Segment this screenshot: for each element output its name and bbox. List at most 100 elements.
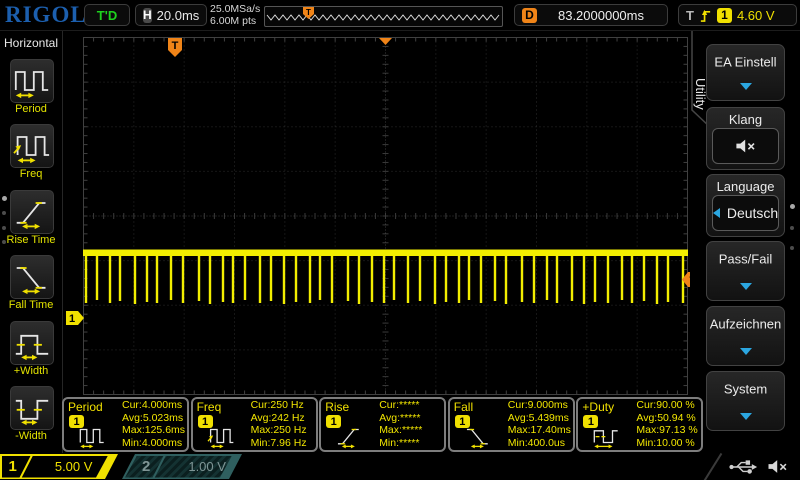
left-menu-title: Horizontal bbox=[3, 36, 59, 50]
measurement-avg: Avg:5.439ms bbox=[507, 411, 569, 424]
menu-item-label: Klang bbox=[728, 112, 763, 127]
left-menu-item-fall-time[interactable] bbox=[9, 254, 55, 301]
measurement-min: Min:10.00 % bbox=[636, 437, 695, 450]
channel-2-status[interactable]: 2 1.00 V bbox=[122, 454, 242, 479]
chevron-down-icon bbox=[739, 348, 752, 355]
top-status-bar: RIGOL T'D H 20.0ms 25.0MSa/s 6.00M pts T… bbox=[0, 0, 800, 31]
sample-rate: 25.0MSa/s bbox=[210, 3, 261, 15]
menu-item-label: Language bbox=[716, 179, 775, 194]
oscilloscope-screen: T T 1 RIGOL T'D H 20.0ms 25.0MSa/s 6.00M… bbox=[0, 0, 800, 480]
left-menu-item-width[interactable] bbox=[9, 319, 55, 366]
memory-depth: 6.00M pts bbox=[210, 15, 257, 27]
rigol-logo: RIGOL bbox=[5, 2, 87, 27]
measurement-min: Min:4.000ms bbox=[122, 437, 183, 450]
measurement-max: Max:17.40ms bbox=[507, 424, 571, 437]
horizontal-center-marker bbox=[379, 38, 392, 45]
waveform-memory-preview[interactable]: T bbox=[264, 6, 503, 27]
acquisition-info: 25.0MSa/s 6.00M pts bbox=[210, 3, 260, 27]
menu-item-label: Pass/Fail bbox=[718, 251, 773, 267]
measurement-min: Min:7.96 Hz bbox=[250, 437, 307, 450]
duty-glyph-icon bbox=[594, 430, 619, 449]
measurement-name: Fall bbox=[453, 400, 474, 414]
delay-readout: D 83.2000000ms bbox=[514, 4, 668, 26]
trigger-level-value: 4.60 V bbox=[736, 7, 775, 23]
rising-edge-icon bbox=[700, 9, 711, 22]
ch1-waveform-high-band bbox=[83, 249, 688, 256]
speaker-muted-icon bbox=[735, 139, 755, 153]
menu-item-klang[interactable]: Klang bbox=[706, 107, 785, 170]
svg-text:T: T bbox=[306, 8, 311, 17]
delay-value: 83.2000000ms bbox=[557, 7, 644, 23]
measurement-name: Period bbox=[68, 400, 103, 414]
chevron-left-icon bbox=[712, 208, 720, 218]
h-scale-value: 20.0ms bbox=[156, 7, 200, 23]
freq-icon bbox=[13, 136, 50, 164]
left-menu-label-fall-time: Fall Time bbox=[8, 299, 54, 312]
measurement-min: Min:400.0us bbox=[507, 437, 565, 450]
measurement-max: Max:***** bbox=[379, 424, 423, 437]
channel-scale: 5.00 V bbox=[54, 459, 93, 474]
rise-time-icon bbox=[16, 201, 46, 229]
trigger-source-badge: 1 bbox=[716, 7, 732, 23]
system-status-icons bbox=[728, 457, 790, 476]
left-menu-label-rise-time: Rise Time bbox=[6, 233, 56, 246]
ch1-waveform-pulses bbox=[84, 252, 685, 304]
menu-item-label: System bbox=[723, 381, 768, 397]
measurement-readout-bar: Period 1 Cur:4.000ms Avg:5.023ms Max:125.6… bbox=[0, 396, 800, 453]
measurement-cur: Cur:***** bbox=[379, 399, 420, 411]
fall-glyph-icon bbox=[466, 428, 488, 449]
measurement-max: Max:125.6ms bbox=[122, 424, 186, 437]
channel-1-marker: 1 bbox=[66, 311, 84, 325]
left-menu-item-period[interactable] bbox=[9, 58, 55, 104]
measurement-avg: Avg:242 Hz bbox=[250, 411, 305, 424]
measurement-name: Rise bbox=[325, 400, 350, 414]
svg-text:1: 1 bbox=[69, 313, 75, 325]
period-icon bbox=[14, 71, 49, 99]
menu-item-aufzeichnen[interactable]: Aufzeichnen bbox=[706, 306, 785, 366]
channel-number: 2 bbox=[142, 458, 151, 475]
horizontal-scale-readout: H 20.0ms bbox=[135, 4, 207, 26]
channel-1-status[interactable]: 1 5.00 V bbox=[0, 454, 118, 479]
measurement-cur: Cur:4.000ms bbox=[122, 399, 183, 411]
trigger-position-marker: T bbox=[168, 38, 182, 57]
measurement-avg: Avg:***** bbox=[379, 411, 421, 424]
freq-glyph-icon bbox=[207, 428, 233, 449]
usb-icon bbox=[729, 459, 758, 474]
language-select[interactable]: Deutsch bbox=[712, 195, 779, 231]
channel-divider bbox=[18, 452, 34, 480]
delay-badge: D bbox=[522, 7, 537, 23]
measurement-name: Freq bbox=[196, 400, 222, 414]
left-menu-item-rise-time[interactable] bbox=[9, 188, 55, 235]
measurement-panel-period: Period 1 Cur:4.000ms Avg:5.023ms Max:125.6… bbox=[62, 397, 189, 452]
menu-item-pass-fail[interactable]: Pass/Fail bbox=[706, 241, 785, 301]
left-measure-menu: Horizontal Period Freq Rise Time Fall Time +… bbox=[0, 30, 63, 453]
menu-item-ea-einstell[interactable]: EA Einstell bbox=[706, 44, 785, 101]
measurement-name: +Duty bbox=[582, 400, 615, 414]
sound-toggle-button[interactable] bbox=[712, 128, 779, 164]
menu-item-label: EA Einstell bbox=[714, 54, 777, 69]
left-menu-item-freq[interactable] bbox=[9, 123, 55, 170]
channel-divider bbox=[151, 452, 167, 480]
menu-item-language[interactable]: Language Deutsch bbox=[706, 174, 785, 237]
measurement-panel-fall: Fall 1 Cur:9.000ms Avg:5.439ms Max:17.40ms… bbox=[447, 397, 575, 452]
left-menu-label-freq: Freq bbox=[19, 168, 43, 181]
chevron-down-icon bbox=[739, 83, 752, 90]
left-menu-label-period: Period bbox=[15, 103, 47, 115]
plus-width-icon bbox=[15, 334, 49, 360]
trigger-label: T bbox=[686, 7, 694, 23]
measurement-cur: Cur:9.000ms bbox=[507, 399, 568, 411]
measurement-cur: Cur:90.00 % bbox=[636, 399, 695, 411]
language-value: Deutsch bbox=[726, 205, 779, 221]
measurement-avg: Avg:5.023ms bbox=[122, 411, 184, 424]
svg-text:T: T bbox=[172, 40, 179, 52]
channel-number: 1 bbox=[8, 458, 17, 475]
rise-glyph-icon bbox=[338, 428, 359, 449]
trigger-readout: T 1 4.60 V bbox=[678, 4, 797, 26]
channel-scale: 1.00 V bbox=[188, 459, 226, 474]
left-menu-label-width: +Width bbox=[13, 364, 49, 377]
measurement-max: Max:250 Hz bbox=[250, 424, 307, 437]
menu-item-label: Aufzeichnen bbox=[709, 316, 782, 332]
measurement-cur: Cur:250 Hz bbox=[250, 399, 304, 411]
measurement-panel-duty: +Duty 1 Cur:90.00 % Avg:50.94 % Max:97.13 … bbox=[576, 397, 704, 452]
trigger-status-badge: T'D bbox=[84, 4, 130, 26]
